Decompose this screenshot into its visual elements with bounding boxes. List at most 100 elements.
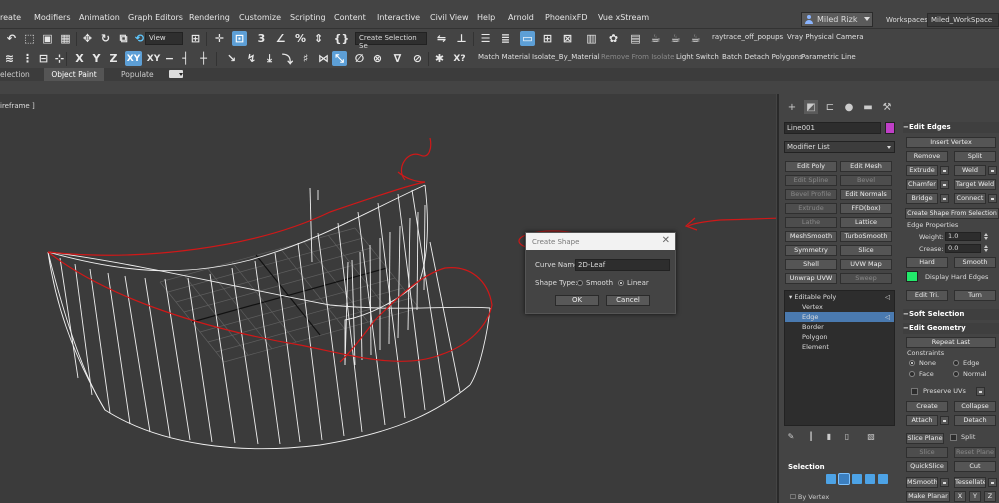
selection-lock-icon[interactable]: ⊟ [36, 51, 51, 66]
workspace-dropdown[interactable]: Miled_WorkSpace [927, 13, 999, 27]
chevron-down-icon[interactable] [864, 17, 870, 21]
select-and-place-icon[interactable]: ⊡ [232, 31, 247, 46]
xp-icon[interactable]: X? [452, 51, 467, 66]
stack-item-edge[interactable]: Edge ◁ [785, 312, 894, 322]
pin-stack-icon[interactable]: ✎ [786, 432, 796, 442]
target-weld-button[interactable]: Target Weld [954, 179, 996, 190]
weld-button[interactable]: Weld [954, 165, 986, 176]
by-vertex-checkbox[interactable]: ☐ By Vertex [790, 493, 829, 501]
object-color-swatch[interactable] [885, 122, 895, 134]
snap-midpoint-icon[interactable]: ⤵ [280, 51, 295, 66]
meshsmooth-button[interactable]: MeshSmooth [785, 231, 837, 242]
configure-sets-icon[interactable]: ▧ [866, 432, 876, 442]
constraint-face-label[interactable]: Face [919, 370, 934, 378]
schematic-view-icon[interactable]: ⊠ [560, 31, 575, 46]
vertex-level-icon[interactable] [826, 474, 836, 484]
display-tab-icon[interactable]: ▬ [861, 100, 875, 114]
slice-plane-button[interactable]: Slice Plane [906, 433, 944, 444]
raytrace-off-popups-button[interactable]: raytrace_off_popups [712, 33, 783, 41]
connect-settings-icon[interactable] [988, 194, 997, 203]
constraint-normal-label[interactable]: Normal [963, 370, 987, 378]
edit-edges-rollout-title[interactable]: Edit Edges [903, 122, 999, 133]
render-production-icon[interactable]: ☕ [648, 31, 663, 46]
menu-content[interactable]: Content [334, 13, 366, 22]
axis-tripod-icon[interactable]: ┤ [178, 51, 193, 66]
reset-plane-button[interactable]: Reset Plane [954, 447, 996, 458]
preserve-uvs-label[interactable]: Preserve UVs [923, 387, 966, 395]
msmooth-settings-icon[interactable] [940, 478, 949, 487]
tab-selection[interactable]: election [0, 68, 30, 81]
minus-icon[interactable]: − [162, 51, 177, 66]
axis-constraint-icon[interactable]: ┼ [196, 51, 211, 66]
constraint-normal-radio[interactable] [953, 371, 959, 377]
render-activeshade-icon[interactable]: ☕ [688, 31, 703, 46]
border-level-icon[interactable] [852, 474, 862, 484]
parametric-line-button[interactable]: Parametric Line [801, 53, 856, 61]
slice-modifier-button[interactable]: Slice [840, 245, 892, 256]
bevel-button[interactable]: Bevel [840, 175, 892, 186]
percent-snap-icon[interactable]: % [293, 31, 308, 46]
make-planar-z-button[interactable]: Z [984, 491, 996, 502]
make-planar-button[interactable]: Make Planar [906, 491, 950, 502]
make-unique-icon[interactable]: ▮ [824, 432, 834, 442]
connect-button[interactable]: Connect [954, 193, 986, 204]
soft-selection-rollout-title[interactable]: Soft Selection [903, 309, 999, 320]
bridge-button[interactable]: Bridge [906, 193, 938, 204]
material-editor-icon[interactable]: ▥ [584, 31, 599, 46]
vray-physical-camera-button[interactable]: Vray Physical Camera [787, 33, 864, 41]
edit-normals-button[interactable]: Edit Normals [840, 189, 892, 200]
linear-radio[interactable] [618, 280, 624, 286]
remove-modifier-icon[interactable]: ▯ [842, 432, 852, 442]
menu-arnold[interactable]: Arnold [508, 13, 534, 22]
menu-modifiers[interactable]: Modifiers [34, 13, 71, 22]
edit-mesh-button[interactable]: Edit Mesh [840, 161, 892, 172]
rendered-frame-icon[interactable]: ▤ [628, 31, 643, 46]
bevel-profile-button[interactable]: Bevel Profile [785, 189, 837, 200]
constraint-edge-label[interactable]: Edge [963, 359, 979, 367]
user-account-button[interactable]: Miled Rizk [801, 12, 873, 27]
menu-help[interactable]: Help [477, 13, 495, 22]
constrain-x-button[interactable]: X [72, 51, 87, 66]
layers-icon[interactable]: ≋ [2, 51, 17, 66]
attach-settings-icon[interactable] [940, 416, 949, 425]
preserve-uvs-settings-icon[interactable] [976, 387, 985, 396]
render-setup-icon[interactable]: ✿ [606, 31, 621, 46]
stack-item-element[interactable]: Element [785, 342, 894, 352]
constraint-none-label[interactable]: None [919, 359, 936, 367]
select-region-icon[interactable]: ⬚ [22, 31, 37, 46]
scene-explorer-icon[interactable]: ☰ [478, 31, 493, 46]
preserve-uvs-checkbox[interactable] [911, 388, 918, 395]
snaps-toggle-icon[interactable]: 3 [254, 31, 269, 46]
spinner-snap-icon[interactable]: ⇕ [311, 31, 326, 46]
menu-create[interactable]: reate [0, 13, 21, 22]
menu-interactive[interactable]: Interactive [377, 13, 420, 22]
named-selection-set-dropdown[interactable]: Create Selection Se [355, 32, 427, 50]
split-checkbox[interactable] [950, 434, 957, 441]
crease-spinner[interactable]: 0.0 [945, 244, 981, 253]
constraint-none-radio[interactable] [909, 360, 915, 366]
lathe-button[interactable]: Lathe [785, 217, 837, 228]
linear-radio-label[interactable]: Linear [627, 279, 649, 287]
reference-coordinate-dropdown[interactable]: View [145, 32, 183, 45]
snap-grid-points-icon[interactable]: ∇ [390, 51, 405, 66]
hard-button[interactable]: Hard [906, 257, 948, 268]
extrude-settings-icon[interactable] [940, 166, 949, 175]
snap-perpendicular-icon[interactable]: ⊘ [410, 51, 425, 66]
snap-face-icon[interactable]: ⤓ [262, 51, 277, 66]
rotate-icon[interactable]: ↻ [98, 31, 113, 46]
motion-tab-icon[interactable]: ● [842, 100, 856, 114]
smooth-radio-label[interactable]: Smooth [586, 279, 613, 287]
constrain-z-button[interactable]: Z [106, 51, 121, 66]
snap-override-icon[interactable]: ⤡ [332, 51, 347, 66]
chamfer-button[interactable]: Chamfer [906, 179, 938, 190]
tessellate-settings-icon[interactable] [988, 478, 997, 487]
remove-button[interactable]: Remove [906, 151, 948, 162]
layer-explorer-icon[interactable]: ≣ [498, 31, 513, 46]
stack-item-border[interactable]: Border [785, 322, 894, 332]
sweep-button[interactable]: Sweep [840, 273, 892, 284]
turn-button[interactable]: Turn [954, 290, 996, 301]
undo-icon[interactable]: ↶ [4, 31, 19, 46]
menu-animation[interactable]: Animation [79, 13, 120, 22]
object-name-field[interactable]: Line001 [784, 122, 881, 134]
bridge-settings-icon[interactable] [940, 194, 949, 203]
